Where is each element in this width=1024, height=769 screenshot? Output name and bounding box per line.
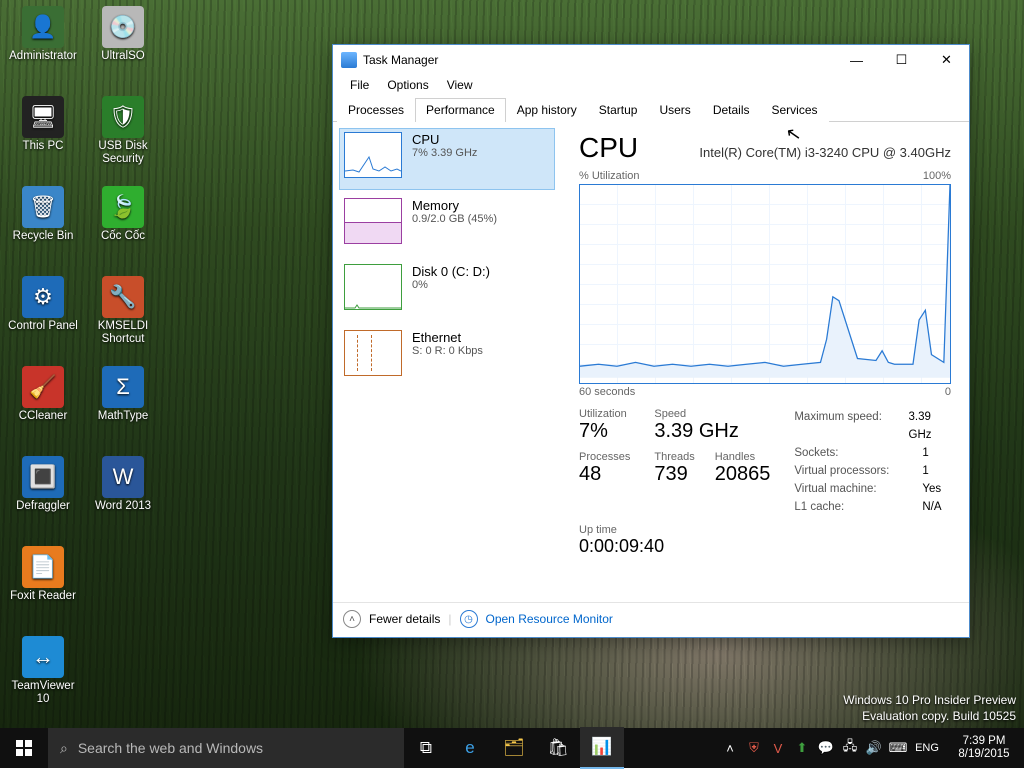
- app-icon: [341, 52, 357, 68]
- threads-value: 739: [654, 463, 694, 486]
- spec-key: Maximum speed:: [794, 408, 890, 444]
- tab-startup[interactable]: Startup: [588, 98, 649, 122]
- desktop-icon-word-2013[interactable]: WWord 2013: [86, 456, 160, 513]
- x-axis-left: 60 seconds: [579, 386, 635, 398]
- titlebar[interactable]: Task Manager — ☐ ✕: [333, 45, 969, 75]
- tab-app-history[interactable]: App history: [506, 98, 588, 122]
- cpu-model: Intel(R) Core(TM) i3-3240 CPU @ 3.40GHz: [699, 145, 951, 160]
- desktop-icon-teamviewer-10[interactable]: ↔TeamViewer 10: [6, 636, 80, 706]
- perf-card-disk[interactable]: Disk 0 (C: D:)0%: [339, 260, 555, 322]
- menu-bar: FileOptionsView: [333, 75, 969, 97]
- task-manager-taskbar-icon[interactable]: 📊: [580, 727, 624, 769]
- tab-strip: ProcessesPerformanceApp historyStartupUs…: [333, 97, 969, 122]
- edge-icon[interactable]: e: [448, 728, 492, 768]
- tray-overflow-icon[interactable]: ˄: [718, 728, 742, 768]
- spec-value: N/A: [922, 498, 941, 516]
- tab-details[interactable]: Details: [702, 98, 761, 122]
- menu-file[interactable]: File: [341, 75, 378, 97]
- utilization-value: 7%: [579, 420, 630, 443]
- cpu-detail-pane: CPU Intel(R) Core(TM) i3-3240 CPU @ 3.40…: [561, 122, 969, 602]
- maximize-button[interactable]: ☐: [879, 46, 924, 75]
- desktop-icon-defraggler[interactable]: 🔳Defraggler: [6, 456, 80, 513]
- perf-card-mem[interactable]: Memory0.9/2.0 GB (45%): [339, 194, 555, 256]
- language-indicator[interactable]: ENG: [910, 728, 944, 768]
- performance-sidebar: CPU7% 3.39 GHzMemory0.9/2.0 GB (45%)Disk…: [333, 122, 561, 602]
- task-view-button[interactable]: ⧉: [404, 728, 448, 768]
- resource-monitor-icon: ◷: [460, 610, 478, 628]
- cpu-spec-list: Maximum speed: 3.39 GHz Sockets: 1 Virtual p…: [794, 408, 951, 516]
- spec-value: 1: [922, 444, 928, 462]
- perf-card-cpu[interactable]: CPU7% 3.39 GHz: [339, 128, 555, 190]
- desktop-icon-c-c-c-c[interactable]: 🍃Cốc Cốc: [86, 186, 160, 243]
- taskbar: ⌕ Search the web and Windows ⧉ e 🗂 🛍 📊 ˄…: [0, 728, 1024, 768]
- search-input[interactable]: ⌕ Search the web and Windows: [48, 728, 404, 768]
- desktop-icon-recycle-bin[interactable]: 🗑Recycle Bin: [6, 186, 80, 243]
- y-axis-max: 100%: [923, 170, 951, 182]
- x-axis-right: 0: [945, 386, 951, 398]
- menu-view[interactable]: View: [438, 75, 482, 97]
- menu-options[interactable]: Options: [378, 75, 437, 97]
- store-icon[interactable]: 🛍: [536, 728, 580, 768]
- close-button[interactable]: ✕: [924, 46, 969, 75]
- tab-performance[interactable]: Performance: [415, 98, 506, 122]
- desktop-icon-usb-disk-security[interactable]: 🛡USB Disk Security: [86, 96, 160, 166]
- spec-value: Yes: [922, 480, 941, 498]
- y-axis-label: % Utilization: [579, 170, 640, 182]
- tab-users[interactable]: Users: [648, 98, 701, 122]
- desktop-icon-this-pc[interactable]: 🖥This PC: [6, 96, 80, 153]
- desktop-icon-ccleaner[interactable]: 🧹CCleaner: [6, 366, 80, 423]
- tab-processes[interactable]: Processes: [337, 98, 415, 122]
- spec-value: 3.39 GHz: [909, 408, 951, 444]
- windows-watermark: Windows 10 Pro Insider Preview Evaluatio…: [843, 692, 1016, 724]
- handles-value: 20865: [715, 463, 771, 486]
- desktop-icon-foxit-reader[interactable]: 📄Foxit Reader: [6, 546, 80, 603]
- fewer-details-link[interactable]: Fewer details: [369, 612, 440, 626]
- stat-label: Handles: [715, 451, 771, 463]
- desktop-icon-kmseldi-shortcut[interactable]: 🔧KMSELDI Shortcut: [86, 276, 160, 346]
- task-manager-window: Task Manager — ☐ ✕ FileOptionsView Proce…: [332, 44, 970, 638]
- action-center-icon[interactable]: 💬: [814, 728, 838, 768]
- open-resource-monitor-link[interactable]: Open Resource Monitor: [486, 612, 613, 626]
- uptime-value: 0:00:09:40: [579, 536, 951, 557]
- security-icon[interactable]: ⛨: [742, 728, 766, 768]
- system-tray: ˄ ⛨ V ⬆ 💬 🖧 🔊 ⌨ ENG 7:39 PM 8/19/2015: [718, 728, 1024, 768]
- spec-key: L1 cache:: [794, 498, 904, 516]
- desktop-icon-administrator[interactable]: 👤Administrator: [6, 6, 80, 63]
- search-icon: ⌕: [60, 740, 68, 757]
- vivaldi-icon[interactable]: V: [766, 728, 790, 768]
- network-icon[interactable]: 🖧: [838, 728, 862, 768]
- taskbar-clock[interactable]: 7:39 PM 8/19/2015: [944, 735, 1024, 761]
- stat-label: Utilization: [579, 408, 630, 420]
- cpu-heading: CPU: [579, 132, 638, 164]
- start-button[interactable]: [0, 728, 48, 768]
- spec-key: Virtual processors:: [794, 462, 904, 480]
- stat-label: Threads: [654, 451, 694, 463]
- desktop-icon-control-panel[interactable]: ⚙Control Panel: [6, 276, 80, 333]
- desktop-icon-mathtype[interactable]: ΣMathType: [86, 366, 160, 423]
- cpu-utilization-chart: [579, 184, 951, 384]
- keyboard-icon[interactable]: ⌨: [886, 728, 910, 768]
- tab-services[interactable]: Services: [761, 98, 829, 122]
- desktop-icon-ultralso[interactable]: 💿UltralSO: [86, 6, 160, 63]
- onedrive-icon[interactable]: ⬆: [790, 728, 814, 768]
- speed-value: 3.39 GHz: [654, 420, 770, 443]
- stat-label: Speed: [654, 408, 770, 420]
- minimize-button[interactable]: —: [834, 46, 879, 75]
- spec-key: Virtual machine:: [794, 480, 904, 498]
- uptime-label: Up time: [579, 524, 951, 536]
- spec-value: 1: [922, 462, 928, 480]
- spec-key: Sockets:: [794, 444, 904, 462]
- stat-label: Processes: [579, 451, 630, 463]
- processes-value: 48: [579, 463, 630, 486]
- window-footer: ˄ Fewer details | ◷ Open Resource Monito…: [333, 602, 969, 635]
- perf-card-eth[interactable]: EthernetS: 0 R: 0 Kbps: [339, 326, 555, 388]
- volume-icon[interactable]: 🔊: [862, 728, 886, 768]
- file-explorer-icon[interactable]: 🗂: [492, 728, 536, 768]
- window-title: Task Manager: [363, 53, 438, 67]
- chevron-up-icon[interactable]: ˄: [343, 610, 361, 628]
